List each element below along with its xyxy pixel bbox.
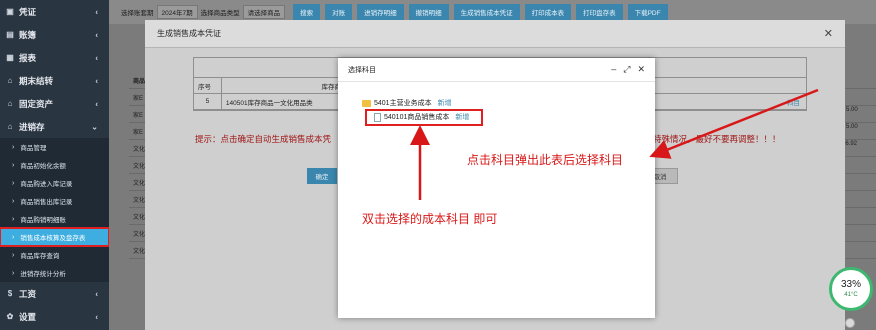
annotation-bottom: 双击选择的成本科目 即可 [362,212,498,226]
annotation-right: 点击科目弹出此表后选择科目 [467,153,624,167]
arrow-to-subject [649,88,819,159]
annotation-arrows [410,88,819,200]
temperature: 41°C [844,292,858,298]
performance-widget[interactable]: 33% 41°C [829,267,873,311]
cpu-percent: 33% [840,279,861,290]
tray-icon[interactable] [845,318,855,328]
